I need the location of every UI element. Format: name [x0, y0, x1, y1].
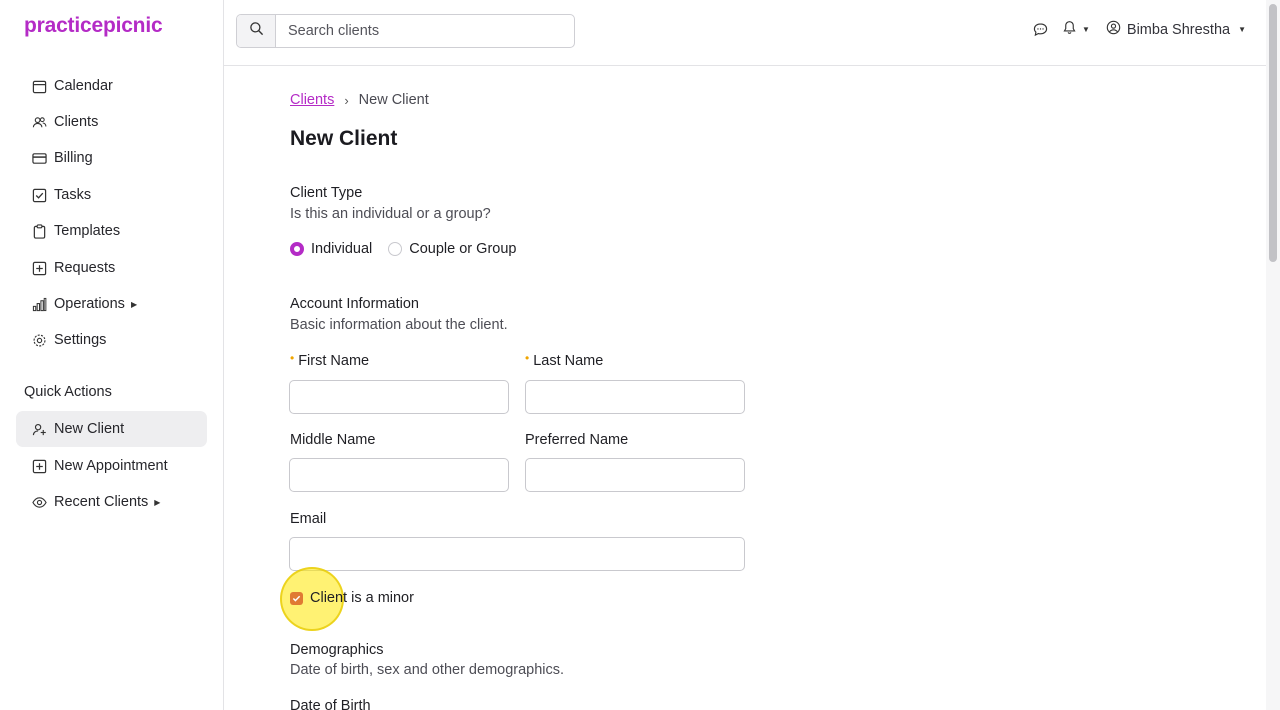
- topbar-actions: ▼ Bimba Shrestha ▼: [1033, 20, 1246, 39]
- clipboard-icon: [31, 223, 47, 239]
- radio-individual[interactable]: [290, 242, 304, 256]
- caret-right-icon: ▶: [130, 299, 138, 309]
- quick-actions-heading: Quick Actions: [24, 384, 112, 400]
- sidebar: practicepicnic Calendar Clients Billing …: [0, 0, 224, 710]
- users-icon: [31, 114, 47, 130]
- client-type-subtitle: Is this an individual or a group?: [290, 206, 491, 222]
- quick-action-recent-clients[interactable]: Recent Clients ▶: [16, 484, 207, 520]
- client-type-options: Individual Couple or Group: [290, 241, 532, 257]
- breadcrumb-current: New Client: [358, 92, 429, 108]
- sidebar-item-label: Tasks: [54, 187, 92, 203]
- sidebar-item-tasks[interactable]: Tasks: [16, 177, 207, 213]
- first-name-label-text: First Name: [298, 353, 370, 369]
- sidebar-item-settings[interactable]: Settings: [16, 322, 207, 358]
- calendar-icon: [31, 78, 47, 94]
- demographics-title: Demographics: [290, 642, 384, 658]
- app-logo[interactable]: practicepicnic: [24, 14, 163, 38]
- search-input[interactable]: [276, 15, 574, 47]
- quick-action-label: New Client: [54, 421, 125, 437]
- sidebar-item-label: Clients: [54, 114, 99, 130]
- gear-icon: [31, 332, 47, 348]
- last-name-field[interactable]: [525, 380, 745, 414]
- search-button[interactable]: [237, 15, 276, 47]
- caret-down-icon: ▼: [1238, 25, 1246, 34]
- client-type-title: Client Type: [290, 185, 363, 201]
- sidebar-item-label: Operations: [54, 296, 125, 312]
- last-name-label: • Last Name: [525, 351, 604, 369]
- breadcrumb: Clients › New Client: [290, 92, 429, 108]
- quick-action-new-appointment[interactable]: New Appointment: [16, 448, 207, 484]
- main-content: Clients › New Client New Client Client T…: [224, 67, 1266, 710]
- user-menu[interactable]: Bimba Shrestha ▼: [1106, 20, 1246, 39]
- sidebar-item-clients[interactable]: Clients: [16, 104, 207, 140]
- sidebar-item-billing[interactable]: Billing: [16, 140, 207, 176]
- client-minor-checkbox[interactable]: [290, 591, 303, 605]
- sidebar-item-label: Templates: [54, 223, 121, 239]
- sidebar-item-operations[interactable]: Operations ▶: [16, 286, 207, 322]
- sidebar-item-templates[interactable]: Templates: [16, 213, 207, 249]
- user-name: Bimba Shrestha: [1126, 21, 1231, 38]
- quick-action-label: Recent Clients: [54, 494, 149, 510]
- chat-icon[interactable]: [1033, 22, 1048, 37]
- minor-checkbox-row: Client is a minor: [290, 590, 414, 606]
- topbar: ▼ Bimba Shrestha ▼: [224, 0, 1266, 66]
- demographics-subtitle: Date of birth, sex and other demographic…: [290, 662, 565, 678]
- radio-couple-or-group-label[interactable]: Couple or Group: [409, 241, 516, 257]
- dob-label: Date of Birth: [290, 698, 371, 710]
- page-title: New Client: [290, 127, 398, 150]
- middle-name-field[interactable]: [289, 458, 509, 492]
- bar-chart-icon: [31, 296, 47, 312]
- client-minor-label[interactable]: Client is a minor: [310, 590, 414, 606]
- eye-icon: [31, 494, 47, 510]
- credit-card-icon: [31, 150, 47, 166]
- user-plus-icon: [31, 421, 47, 437]
- email-field[interactable]: [289, 537, 745, 571]
- scrollbar[interactable]: [1266, 0, 1280, 710]
- notifications-button[interactable]: ▼: [1062, 20, 1090, 39]
- required-marker: •: [525, 351, 530, 365]
- sidebar-item-requests[interactable]: Requests: [16, 250, 207, 286]
- user-avatar-icon: [1106, 20, 1127, 39]
- scrollbar-thumb[interactable]: [1269, 4, 1277, 262]
- caret-down-icon: ▼: [1081, 25, 1090, 34]
- last-name-label-text: Last Name: [533, 353, 604, 369]
- search-icon: [249, 21, 264, 41]
- first-name-field[interactable]: [289, 380, 509, 414]
- account-info-title: Account Information: [290, 296, 419, 312]
- chevron-right-icon: ›: [344, 92, 349, 108]
- calendar-plus-icon: [31, 458, 47, 474]
- caret-right-icon: ▶: [154, 497, 161, 507]
- middle-name-label: Middle Name: [290, 432, 376, 448]
- preferred-name-field[interactable]: [525, 458, 745, 492]
- sidebar-item-label: Calendar: [54, 78, 113, 94]
- quick-action-new-client[interactable]: New Client: [16, 411, 207, 447]
- bell-icon: [1062, 20, 1077, 39]
- sidebar-item-label: Requests: [54, 260, 116, 276]
- inbox-plus-icon: [31, 260, 47, 276]
- preferred-name-label: Preferred Name: [525, 432, 629, 448]
- required-marker: •: [290, 351, 295, 365]
- radio-couple-or-group[interactable]: [388, 242, 403, 256]
- email-label: Email: [290, 511, 327, 527]
- search-box: [236, 14, 575, 48]
- first-name-label: • First Name: [290, 351, 370, 369]
- checkbox-icon: [31, 187, 47, 203]
- quick-action-label: New Appointment: [54, 458, 168, 474]
- sidebar-item-label: Settings: [54, 332, 107, 348]
- breadcrumb-clients-link[interactable]: Clients: [290, 92, 334, 108]
- radio-individual-label[interactable]: Individual: [311, 241, 372, 257]
- account-info-subtitle: Basic information about the client.: [290, 317, 508, 333]
- sidebar-item-label: Billing: [54, 150, 93, 166]
- sidebar-item-calendar[interactable]: Calendar: [16, 68, 207, 104]
